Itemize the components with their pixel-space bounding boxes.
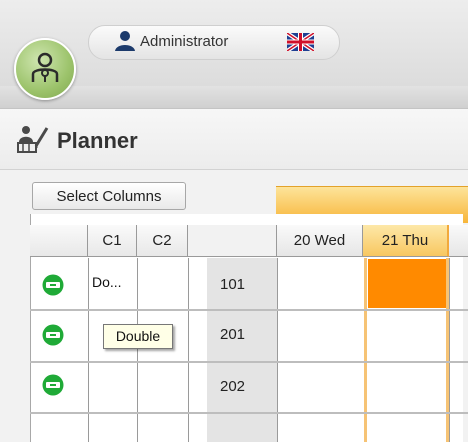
- cell-tooltip: Double: [103, 324, 173, 349]
- booking-block[interactable]: [368, 259, 446, 308]
- grid-line: [188, 258, 189, 442]
- column-header-c1[interactable]: C1: [88, 225, 137, 257]
- status-column-header[interactable]: [30, 225, 88, 257]
- grid-line: [277, 258, 278, 442]
- title-bar-strip: [0, 86, 468, 109]
- cell-c1[interactable]: Do...: [92, 274, 122, 290]
- user-icon: [115, 31, 135, 51]
- page-title: Planner: [57, 128, 138, 153]
- room-number: 201: [220, 326, 246, 343]
- room-status-icon[interactable]: [42, 274, 64, 296]
- select-columns-button[interactable]: Select Columns: [32, 182, 186, 210]
- row-separator: [30, 361, 468, 363]
- row-separator: [30, 309, 468, 311]
- date-header-next[interactable]: [449, 225, 468, 257]
- user-name[interactable]: Administrator: [140, 33, 228, 50]
- grid-line: [449, 258, 450, 442]
- staff-avatar-icon[interactable]: [14, 38, 76, 100]
- room-number: 101: [220, 276, 246, 293]
- uk-flag-icon[interactable]: [287, 33, 314, 51]
- date-header-20[interactable]: 20 Wed: [277, 225, 363, 257]
- today-edge-left: [364, 258, 367, 442]
- row-separator: [30, 412, 468, 414]
- grid-line: [137, 258, 138, 442]
- column-header-c2[interactable]: C2: [137, 225, 188, 257]
- room-number: 202: [220, 378, 246, 395]
- room-status-icon[interactable]: [42, 324, 64, 346]
- planner-icon: [17, 126, 49, 153]
- grid-line: [88, 258, 89, 442]
- room-status-icon[interactable]: [42, 374, 64, 396]
- date-header-21[interactable]: 21 Thu: [363, 225, 449, 257]
- room-column-header: [188, 225, 277, 257]
